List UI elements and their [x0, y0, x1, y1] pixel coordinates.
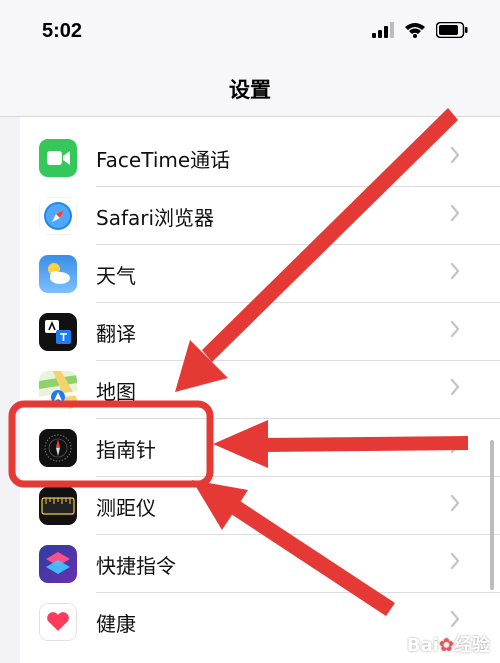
settings-row-label: FaceTime通话 — [96, 148, 231, 172]
settings-list: FaceTime通话 Safari浏览器 天气 翻译 地图 指南针 测距仪 快捷… — [20, 117, 500, 663]
settings-row-compass[interactable]: 指南针 — [20, 419, 500, 477]
settings-row-label: 测距仪 — [96, 496, 156, 520]
settings-row-weather[interactable]: 天气 — [20, 245, 500, 303]
settings-row-label: 翻译 — [96, 322, 136, 346]
chevron-right-icon — [450, 262, 460, 280]
cellular-signal-icon — [372, 22, 394, 38]
safari-icon — [39, 197, 77, 235]
scrollbar[interactable] — [490, 440, 494, 590]
weather-icon — [39, 255, 77, 293]
status-bar: 5:02 — [0, 0, 500, 60]
translate-icon — [39, 313, 77, 351]
paw-icon: ✿ — [438, 635, 454, 656]
clock-time: 5:02 — [42, 20, 83, 42]
settings-row-label: Safari浏览器 — [96, 206, 215, 230]
settings-row-maps[interactable]: 地图 — [20, 361, 500, 419]
health-icon — [39, 603, 77, 641]
chevron-right-icon — [450, 494, 460, 512]
settings-row-label: 天气 — [96, 264, 136, 288]
battery-icon — [436, 22, 468, 38]
chevron-right-icon — [450, 436, 460, 454]
settings-row-measure[interactable]: 测距仪 — [20, 477, 500, 535]
navigation-bar: 设置 — [0, 60, 500, 117]
chevron-right-icon — [450, 610, 460, 628]
facetime-icon — [39, 139, 77, 177]
chevron-right-icon — [450, 204, 460, 222]
chevron-right-icon — [450, 320, 460, 338]
settings-row-label: 快捷指令 — [96, 554, 176, 578]
wifi-icon — [405, 23, 425, 38]
settings-row-label: 地图 — [96, 380, 136, 404]
chevron-right-icon — [450, 552, 460, 570]
settings-row-label: 健康 — [96, 612, 136, 636]
settings-row-facetime[interactable]: FaceTime通话 — [20, 129, 500, 187]
settings-row-label: 指南针 — [96, 438, 156, 462]
settings-row-shortcuts[interactable]: 快捷指令 — [20, 535, 500, 593]
settings-row-safari[interactable]: Safari浏览器 — [20, 187, 500, 245]
settings-row-translate[interactable]: 翻译 — [20, 303, 500, 361]
compass-icon — [39, 429, 77, 467]
shortcuts-icon — [39, 545, 77, 583]
maps-icon — [39, 371, 77, 409]
chevron-right-icon — [450, 146, 460, 164]
measure-icon — [39, 487, 77, 525]
page-title: 设置 — [229, 78, 271, 102]
status-icons — [372, 22, 468, 38]
chevron-right-icon — [450, 378, 460, 396]
watermark: Bai✿经验 — [406, 635, 490, 656]
